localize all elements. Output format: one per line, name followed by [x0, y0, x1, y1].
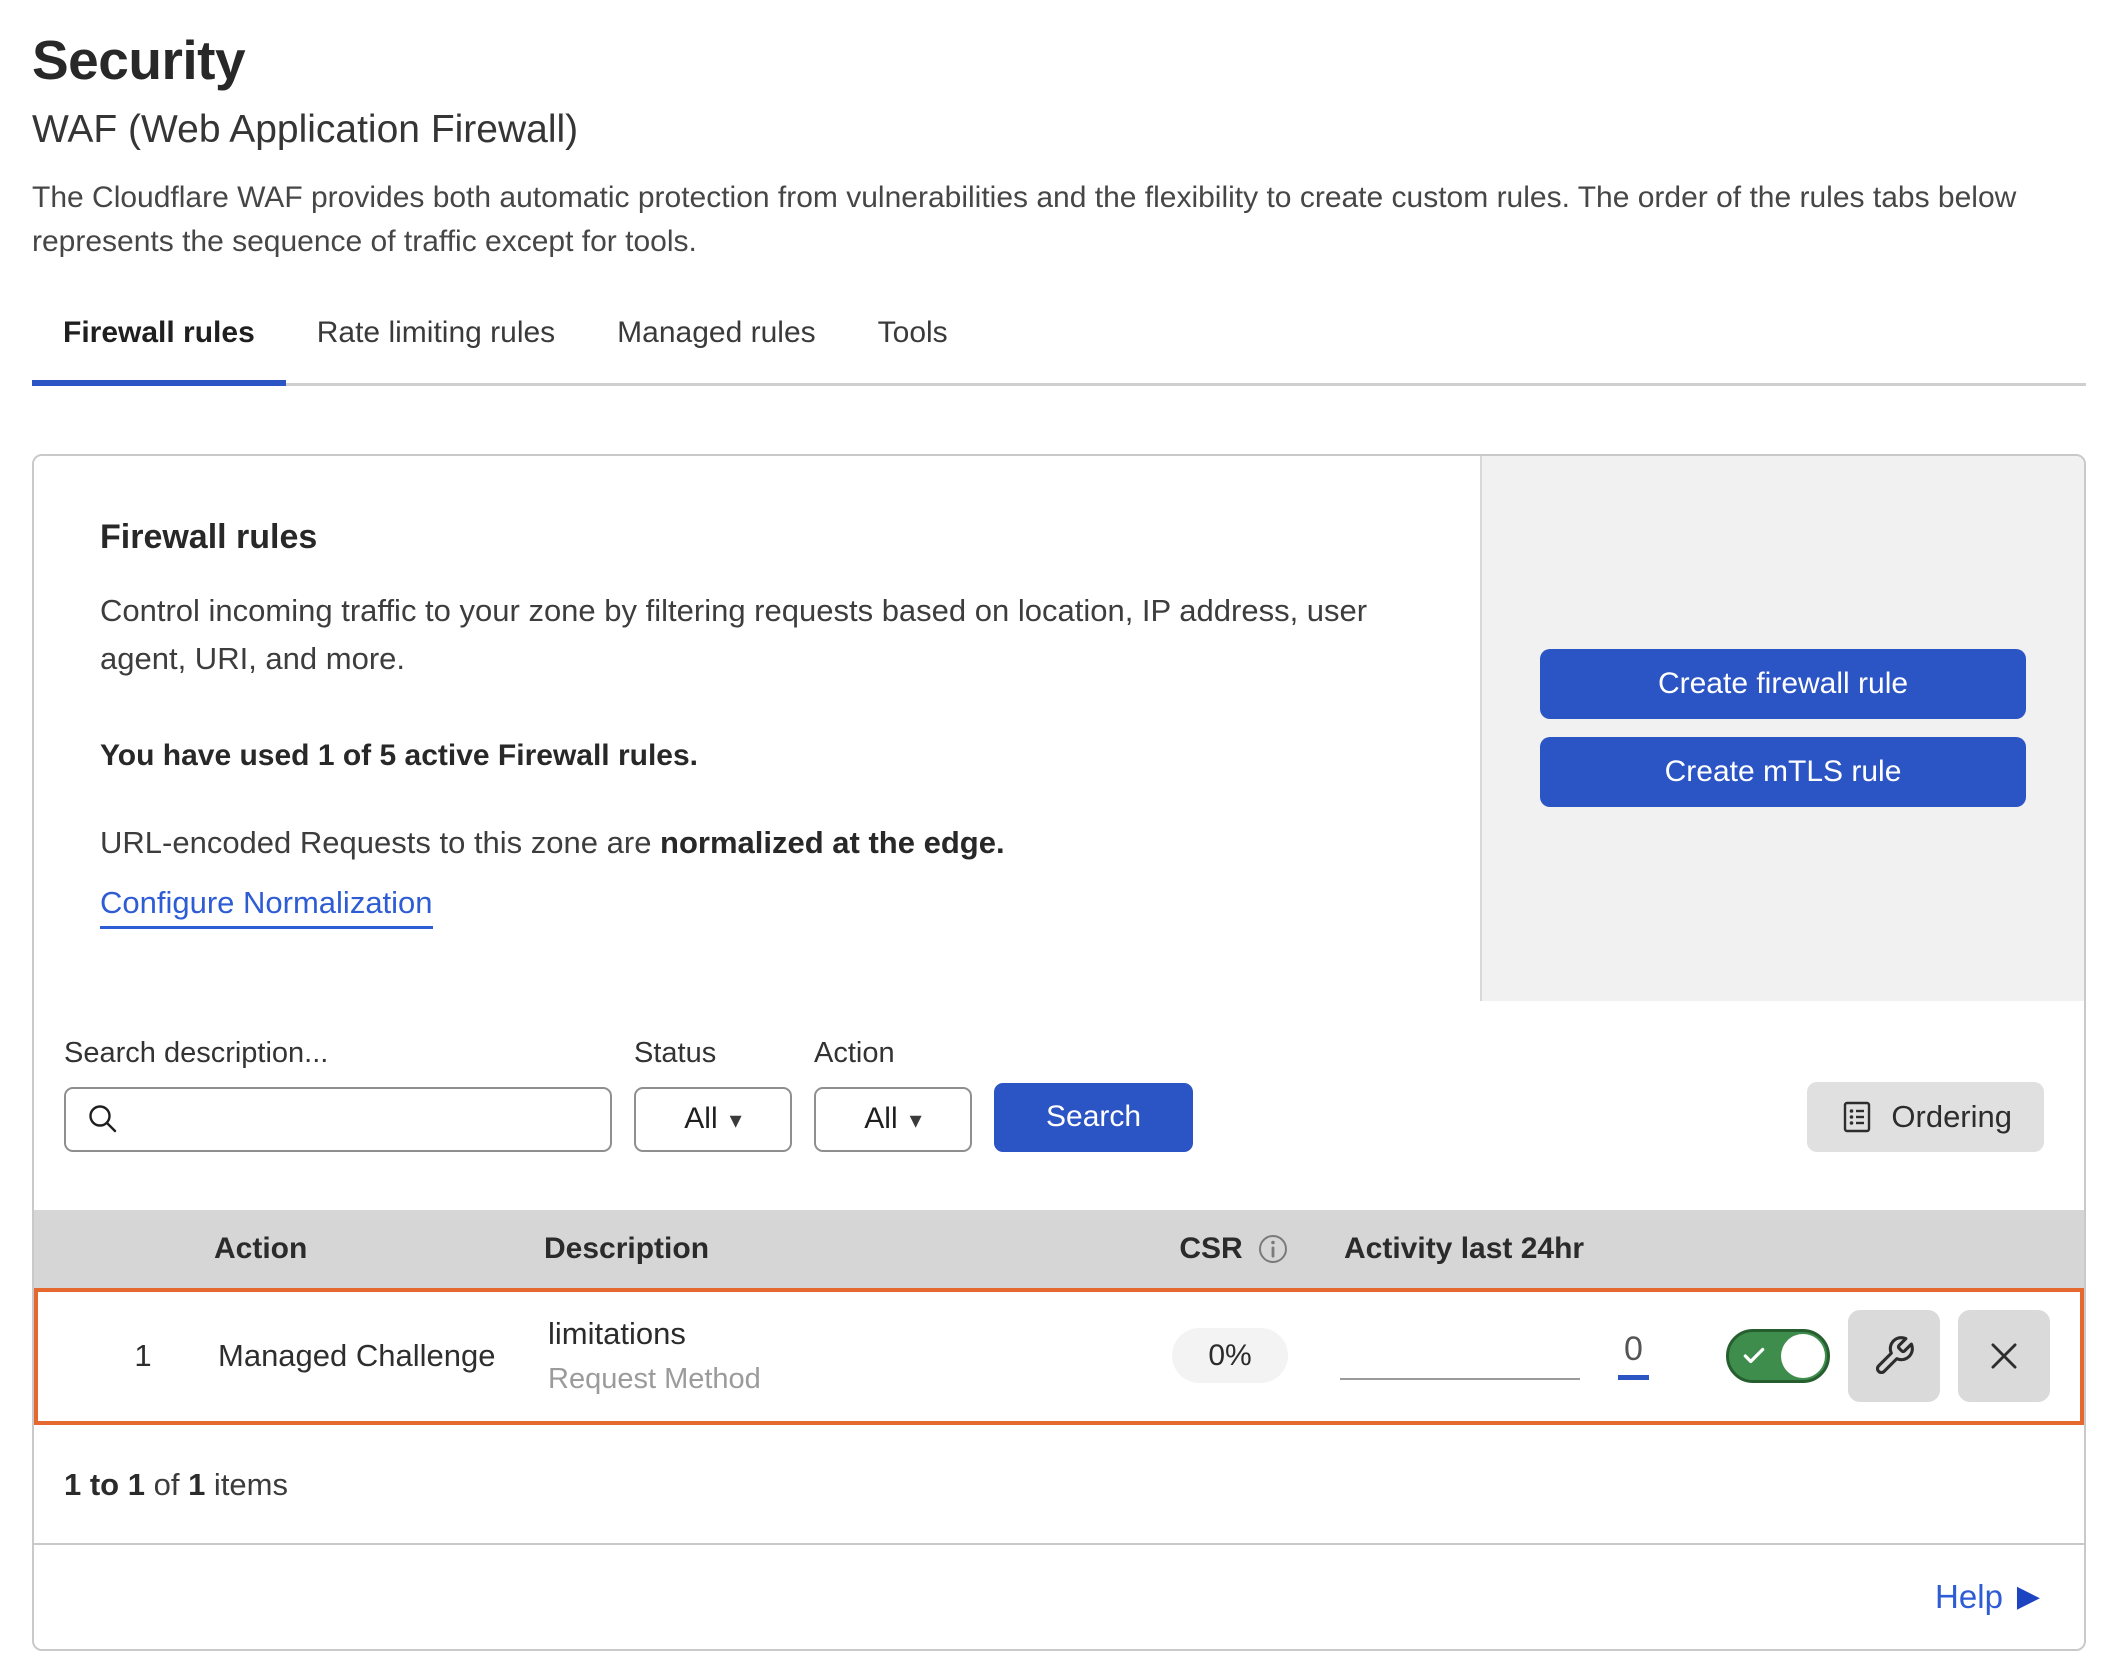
waf-tab-bar: Firewall rules Rate limiting rules Manag… — [32, 300, 2086, 386]
normalization-bold: normalized at the edge. — [660, 825, 1005, 860]
hero-description: Control incoming traffic to your zone by… — [100, 587, 1420, 683]
header-activity: Activity last 24hr — [1344, 1232, 1724, 1266]
rule-description: limitations — [548, 1316, 1120, 1352]
tab-tools[interactable]: Tools — [847, 300, 979, 383]
ordering-list-icon — [1839, 1099, 1875, 1135]
rule-controls-cell — [1720, 1310, 2050, 1402]
rule-csr-cell: 0% — [1172, 1339, 1287, 1373]
delete-rule-button[interactable] — [1958, 1310, 2050, 1402]
firewall-rules-hero: Firewall rules Control incoming traffic … — [34, 456, 2084, 1001]
page-description: The Cloudflare WAF provides both automat… — [32, 176, 2084, 264]
summary-items: items — [205, 1467, 288, 1502]
create-firewall-rule-button[interactable]: Create firewall rule — [1540, 649, 2026, 719]
search-description-input[interactable] — [132, 1089, 610, 1150]
help-link[interactable]: Help — [1935, 1578, 2003, 1616]
tab-firewall-rules[interactable]: Firewall rules — [32, 300, 286, 383]
help-arrow-icon[interactable]: ▶ — [2017, 1579, 2040, 1614]
action-filter-label: Action — [814, 1037, 972, 1070]
rule-description-detail: Request Method — [548, 1363, 1120, 1396]
rule-enabled-toggle[interactable] — [1726, 1329, 1830, 1383]
close-icon — [1985, 1337, 2023, 1375]
search-filter-label: Search description... — [64, 1037, 612, 1070]
search-filter-group: Search description... — [64, 1037, 612, 1152]
status-filter-group: Status All ▾ — [634, 1037, 792, 1152]
chevron-down-icon: ▾ — [730, 1106, 742, 1135]
normalization-prefix: URL-encoded Requests to this zone are — [100, 825, 660, 860]
header-description: Description — [544, 1232, 1124, 1266]
configure-normalization-link[interactable]: Configure Normalization — [100, 885, 433, 929]
hero-actions-column: Create firewall rule Create mTLS rule — [1480, 456, 2084, 1001]
chevron-down-icon: ▾ — [910, 1106, 922, 1135]
search-button[interactable]: Search — [994, 1083, 1193, 1152]
action-select[interactable]: All ▾ — [814, 1087, 972, 1152]
page-title: Security — [32, 28, 2086, 92]
rule-description-cell: limitations Request Method — [548, 1316, 1120, 1396]
status-filter-label: Status — [634, 1037, 792, 1070]
table-summary: 1 to 1 of 1 items — [34, 1425, 2084, 1543]
csr-badge: 0% — [1172, 1328, 1287, 1383]
rule-usage-text: You have used 1 of 5 active Firewall rul… — [100, 739, 1420, 773]
action-select-value: All — [864, 1102, 897, 1136]
status-select-value: All — [684, 1102, 717, 1136]
help-bar: Help ▶ — [34, 1543, 2084, 1649]
status-select[interactable]: All ▾ — [634, 1087, 792, 1152]
page-subtitle: WAF (Web Application Firewall) — [32, 108, 2086, 152]
normalization-text: URL-encoded Requests to this zone are no… — [100, 825, 1420, 861]
filter-toolbar: Search description... Status All ▾ Actio… — [34, 1001, 2084, 1210]
search-input-wrapper — [64, 1087, 612, 1152]
firewall-rules-panel: Firewall rules Control incoming traffic … — [32, 454, 2086, 1651]
rule-action: Managed Challenge — [218, 1338, 548, 1374]
summary-range: 1 to 1 — [64, 1467, 145, 1502]
info-icon[interactable] — [1257, 1233, 1289, 1265]
header-csr: CSR — [1179, 1232, 1288, 1266]
hero-text-column: Firewall rules Control incoming traffic … — [34, 456, 1480, 1001]
security-waf-page: Security WAF (Web Application Firewall) … — [0, 28, 2114, 1651]
ordering-button[interactable]: Ordering — [1807, 1082, 2044, 1152]
rule-activity-cell: 0 — [1340, 1332, 1720, 1380]
header-action: Action — [214, 1232, 544, 1266]
create-mtls-rule-button[interactable]: Create mTLS rule — [1540, 737, 2026, 807]
summary-of: of — [145, 1467, 188, 1502]
edit-rule-button[interactable] — [1848, 1310, 1940, 1402]
activity-count-link[interactable]: 0 — [1618, 1332, 1649, 1380]
wrench-icon — [1872, 1334, 1916, 1378]
rules-table-header: Action Description CSR Activity last 24h… — [34, 1210, 2084, 1288]
action-filter-group: Action All ▾ — [814, 1037, 972, 1152]
rule-priority: 1 — [68, 1338, 218, 1374]
hero-heading: Firewall rules — [100, 518, 1420, 557]
ordering-button-label: Ordering — [1891, 1099, 2012, 1135]
toggle-knob — [1781, 1334, 1825, 1378]
search-icon — [86, 1102, 120, 1136]
tab-rate-limiting-rules[interactable]: Rate limiting rules — [286, 300, 586, 383]
table-row[interactable]: 1 Managed Challenge limitations Request … — [34, 1288, 2084, 1425]
check-icon — [1741, 1343, 1767, 1369]
activity-sparkline — [1340, 1336, 1580, 1380]
summary-total: 1 — [188, 1467, 205, 1502]
header-csr-label: CSR — [1179, 1232, 1242, 1266]
tab-managed-rules[interactable]: Managed rules — [586, 300, 846, 383]
